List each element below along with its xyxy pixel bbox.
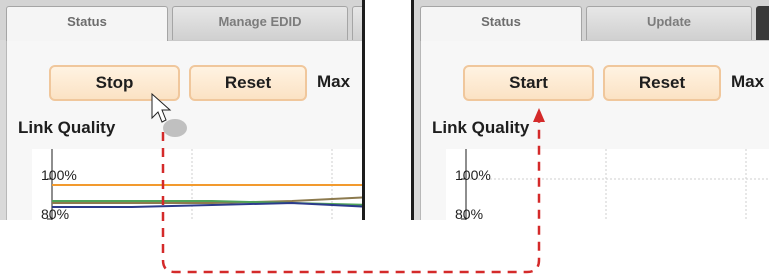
right-screenshot-panel: Status Update Start Reset Max Link Quali… — [411, 0, 769, 220]
y-tick-80: 80% — [455, 206, 484, 220]
left-screenshot-panel: Status Manage EDID Stop Reset Max Link Q… — [0, 0, 365, 220]
reset-button[interactable]: Reset — [603, 65, 721, 101]
tab-status[interactable]: Status — [6, 6, 168, 41]
link-quality-chart — [446, 149, 769, 220]
link-quality-plot — [461, 149, 769, 220]
reset-button[interactable]: Reset — [189, 65, 307, 101]
y-tick-80: 80% — [41, 206, 70, 220]
link-quality-plot — [47, 149, 362, 220]
max-label: Max — [317, 72, 351, 91]
tab-status[interactable]: Status — [420, 6, 582, 41]
status-content: Start Reset Max Link Quality 100% 80% — [420, 40, 769, 220]
status-content: Stop Reset Max Link Quality 100% 80% — [6, 40, 362, 220]
link-quality-title: Link Quality — [18, 118, 116, 137]
tab-update[interactable]: Update — [586, 6, 752, 40]
y-tick-100: 100% — [41, 167, 77, 183]
max-label: Max — [731, 72, 765, 91]
tab-partial[interactable] — [352, 6, 362, 40]
tab-bar: Status Manage EDID — [0, 0, 362, 41]
link-quality-chart — [32, 149, 362, 220]
tab-bar: Status Update — [414, 0, 769, 41]
tab-partial[interactable] — [756, 6, 769, 40]
start-button[interactable]: Start — [463, 65, 594, 101]
tab-manage-edid[interactable]: Manage EDID — [172, 6, 348, 40]
stop-button[interactable]: Stop — [49, 65, 180, 101]
link-quality-title: Link Quality — [432, 118, 530, 137]
y-tick-100: 100% — [455, 167, 491, 183]
